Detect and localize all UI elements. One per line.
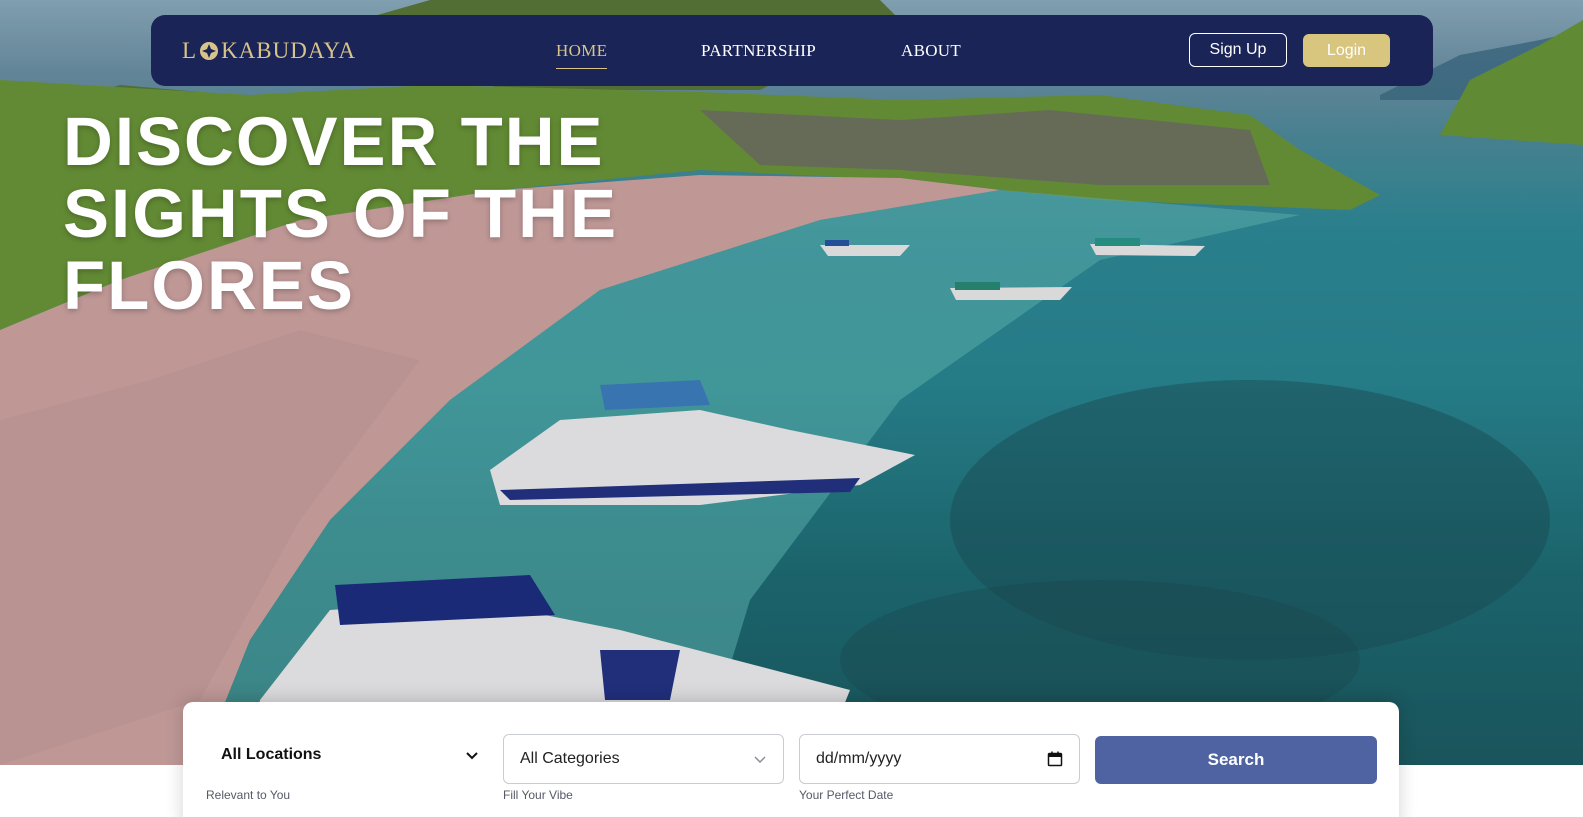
location-select[interactable]: All Locations: [205, 738, 495, 772]
date-input[interactable]: dd/mm/yyyy: [799, 734, 1080, 784]
nav-about-link[interactable]: ABOUT: [901, 41, 961, 61]
login-button[interactable]: Login: [1303, 34, 1390, 67]
category-select-value: All Categories: [520, 750, 620, 767]
nav-partnership-link[interactable]: PARTNERSHIP: [701, 41, 816, 61]
headline-line-2: SIGHTS OF THE: [63, 175, 619, 252]
chevron-down-icon: [754, 756, 766, 764]
location-helper-label: Relevant to You: [206, 788, 291, 802]
search-button[interactable]: Search: [1095, 736, 1377, 784]
headline-line-3: FLORES: [63, 247, 355, 324]
nav-home-link[interactable]: HOME: [556, 41, 608, 69]
search-panel: All Locations Relevant to You All Catego…: [183, 702, 1399, 817]
date-input-placeholder: dd/mm/yyyy: [816, 750, 902, 767]
sign-up-button[interactable]: Sign Up: [1189, 33, 1287, 67]
category-select[interactable]: All Categories: [503, 734, 784, 784]
date-helper-label: Your Perfect Date: [799, 788, 894, 802]
calendar-icon[interactable]: [1047, 751, 1063, 767]
chevron-down-icon: [466, 752, 478, 760]
category-helper-label: Fill Your Vibe: [503, 788, 573, 802]
hero-headline: DISCOVER THE SIGHTS OF THE FLORES: [63, 106, 703, 322]
top-navbar: L KABUDAYA HOME PARTNERSHIP ABOUT Sign U…: [151, 15, 1433, 86]
headline-line-1: DISCOVER THE: [63, 103, 605, 180]
location-select-value: All Locations: [221, 746, 322, 763]
